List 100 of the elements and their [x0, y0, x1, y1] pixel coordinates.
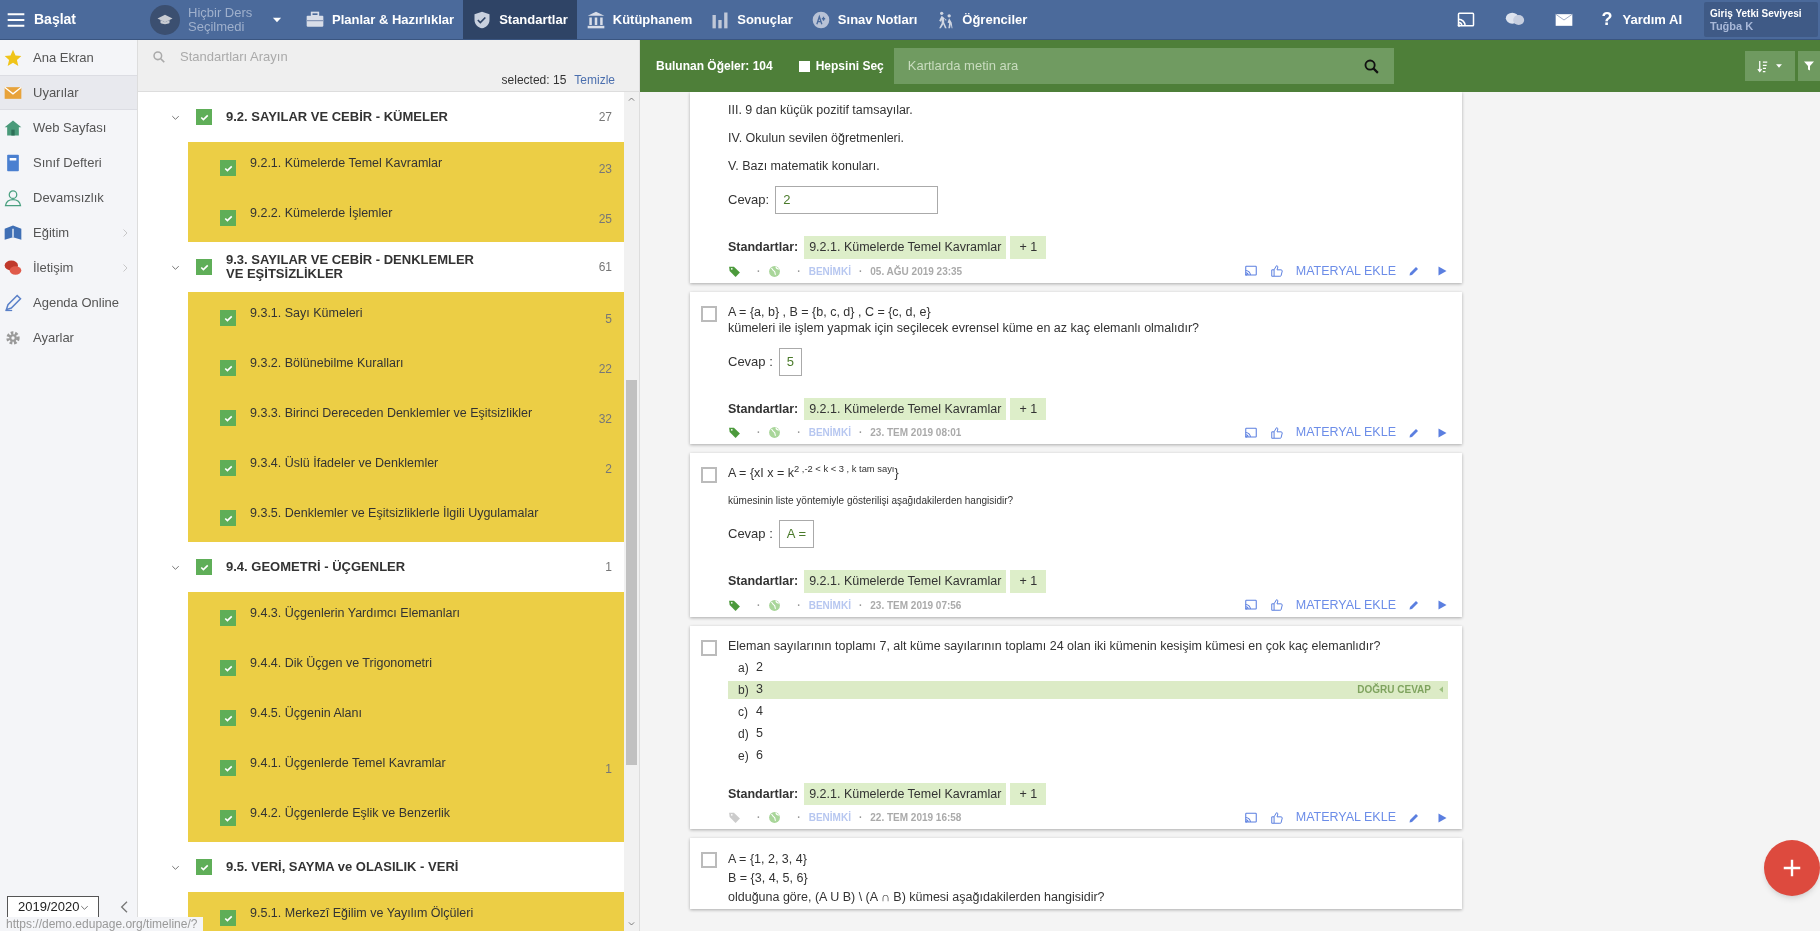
cast-icon[interactable] [1243, 598, 1258, 613]
card-checkbox[interactable] [701, 467, 717, 483]
sidebar-item[interactable]: Agenda Online [0, 285, 137, 320]
nav-tab[interactable]: Standartlar [463, 0, 577, 39]
group-checkbox[interactable] [196, 259, 212, 275]
thumbs-up-icon[interactable] [1269, 598, 1284, 613]
help-button[interactable]: ? Yardım AI [1601, 6, 1682, 33]
standards-search-panel[interactable]: Standartları Arayın selected: 15 Temizle [138, 40, 639, 92]
nav-tab[interactable]: Planlar & Hazırlıklar [296, 0, 464, 39]
sidebar-item[interactable]: Web Sayfası [0, 110, 137, 145]
clear-link[interactable]: Temizle [574, 71, 615, 89]
select-all-checkbox[interactable]: Hepsini Seç [798, 57, 884, 75]
nav-tab[interactable]: Öğrenciler [926, 0, 1037, 39]
standard-label[interactable]: 9.4.3. Üçgenlerin Yardımcı Elemanları [250, 604, 612, 642]
standard-label[interactable]: 9.4.4. Dik Üçgen ve Trigonometri [250, 654, 612, 692]
standard-checkbox[interactable] [220, 410, 236, 426]
standard-checkbox[interactable] [220, 810, 236, 826]
user-panel[interactable]: Giriş Yetki Seviyesi Tuğba K [1704, 2, 1818, 37]
group-checkbox[interactable] [196, 559, 212, 575]
scrollbar-thumb[interactable] [626, 380, 637, 765]
standard-label[interactable]: 9.4.2. Üçgenlerde Eşlik ve Benzerlik [250, 804, 612, 842]
nav-tab[interactable]: Sonuçlar [701, 0, 802, 39]
search-icon[interactable] [1362, 57, 1380, 75]
sort-button[interactable] [1745, 51, 1795, 81]
play-icon[interactable] [1436, 265, 1448, 278]
standards-search-box[interactable]: Standartları Arayın [152, 49, 625, 65]
standard-checkbox[interactable] [220, 310, 236, 326]
tag-icon[interactable] [728, 426, 741, 440]
group-checkbox[interactable] [196, 859, 212, 875]
standard-label[interactable]: 9.2.1. Kümelerde Temel Kavramlar [250, 154, 599, 192]
year-select[interactable]: 2019/2020 [7, 896, 99, 918]
filter-button[interactable] [1798, 51, 1820, 81]
answer-field[interactable]: 2 [775, 186, 939, 214]
plus-icon [1781, 857, 1803, 879]
thumbs-up-icon[interactable] [1269, 425, 1284, 440]
sidebar-item[interactable]: Ana Ekran [0, 40, 137, 75]
more-tag[interactable]: + 1 [1010, 397, 1047, 421]
card-checkbox[interactable] [701, 305, 717, 322]
sidebar-item[interactable]: Eğitim [0, 215, 137, 250]
scrollbar[interactable] [624, 92, 639, 931]
standard-label[interactable]: 9.3.2. Bölünebilme Kuralları [250, 354, 599, 392]
more-tag[interactable]: + 1 [1010, 570, 1047, 593]
card-checkbox[interactable] [701, 852, 717, 868]
nav-tab[interactable]: Sınav Notları [801, 0, 927, 39]
answer-field[interactable]: A = [778, 520, 814, 548]
sidebar-item[interactable]: Ayarlar [0, 320, 137, 355]
standard-checkbox[interactable] [220, 360, 236, 376]
tag-icon[interactable] [728, 598, 741, 612]
card-checkbox[interactable] [701, 639, 717, 656]
sidebar-item[interactable]: Sınıf Defteri [0, 145, 137, 180]
standard-label[interactable]: 9.2.2. Kümelerde İşlemler [250, 204, 599, 242]
standard-tag[interactable]: 9.2.1. Kümelerde Temel Kavramlar [804, 236, 1007, 259]
play-icon[interactable] [1436, 426, 1448, 439]
standard-tag[interactable]: 9.2.1. Kümelerde Temel Kavramlar [804, 397, 1007, 421]
card-search-field[interactable]: Kartlarda metin ara [893, 48, 1394, 84]
cast-icon[interactable] [1243, 810, 1258, 825]
card-search-input[interactable]: Kartlarda metin ara [907, 56, 1363, 76]
standard-checkbox[interactable] [220, 710, 236, 726]
nav-tab[interactable]: Kütüphanem [576, 0, 702, 39]
standard-checkbox[interactable] [220, 610, 236, 626]
standard-checkbox[interactable] [220, 210, 236, 226]
cast-icon[interactable] [1243, 264, 1258, 279]
tag-icon[interactable] [728, 264, 741, 278]
pencil-icon[interactable] [1408, 811, 1420, 824]
scroll-up-icon[interactable] [627, 95, 636, 104]
thumbs-up-icon[interactable] [1269, 264, 1284, 279]
pencil-icon[interactable] [1408, 265, 1420, 278]
standard-label[interactable]: 9.3.3. Birinci Dereceden Denklemler ve Eşitsizlikler [250, 404, 599, 442]
scroll-down-icon[interactable] [627, 919, 636, 928]
standard-tag[interactable]: 9.2.1. Kümelerde Temel Kavramlar [804, 570, 1007, 593]
standard-tag[interactable]: 9.2.1. Kümelerde Temel Kavramlar [804, 782, 1007, 806]
standard-checkbox[interactable] [220, 460, 236, 476]
sidebar-item[interactable]: Devamsızlık [0, 180, 137, 215]
standard-checkbox[interactable] [220, 660, 236, 676]
standard-checkbox[interactable] [220, 760, 236, 776]
pencil-icon[interactable] [1408, 426, 1420, 439]
cast-icon[interactable] [1243, 425, 1258, 440]
standard-label[interactable]: 9.4.1. Üçgenlerde Temel Kavramlar [250, 754, 606, 792]
sidebar-item[interactable]: İletişim [0, 250, 137, 285]
sidebar-item[interactable]: Uyarılar [0, 75, 137, 110]
more-tag[interactable]: + 1 [1010, 782, 1047, 806]
group-checkbox[interactable] [196, 109, 212, 125]
thumbs-up-icon[interactable] [1269, 810, 1284, 825]
standard-label[interactable]: 9.3.1. Sayı Kümeleri [250, 304, 606, 342]
standard-label[interactable]: 9.4.5. Üçgenin Alanı [250, 704, 612, 742]
standard-label[interactable]: 9.5.1. Merkezî Eğilim ve Yayılım Ölçüleri [250, 904, 612, 931]
more-tag[interactable]: + 1 [1010, 236, 1047, 259]
tag-icon[interactable] [728, 811, 741, 825]
play-icon[interactable] [1436, 811, 1448, 824]
play-icon[interactable] [1436, 599, 1448, 612]
standard-label[interactable]: 9.3.5. Denklemler ve Eşitsizliklerle İlgili Uygulamalar [250, 504, 612, 542]
standards-search-field[interactable]: Standartları Arayın [180, 47, 625, 67]
standard-checkbox[interactable] [220, 510, 236, 526]
pencil-icon[interactable] [1408, 599, 1420, 612]
menu-label[interactable]: Başlat [34, 9, 77, 30]
answer-field[interactable]: 5 [778, 347, 803, 376]
standard-checkbox[interactable] [220, 160, 236, 176]
standard-label[interactable]: 9.3.4. Üslü İfadeler ve Denklemler [250, 454, 606, 492]
pen-icon [3, 292, 23, 313]
standard-checkbox[interactable] [220, 910, 236, 926]
